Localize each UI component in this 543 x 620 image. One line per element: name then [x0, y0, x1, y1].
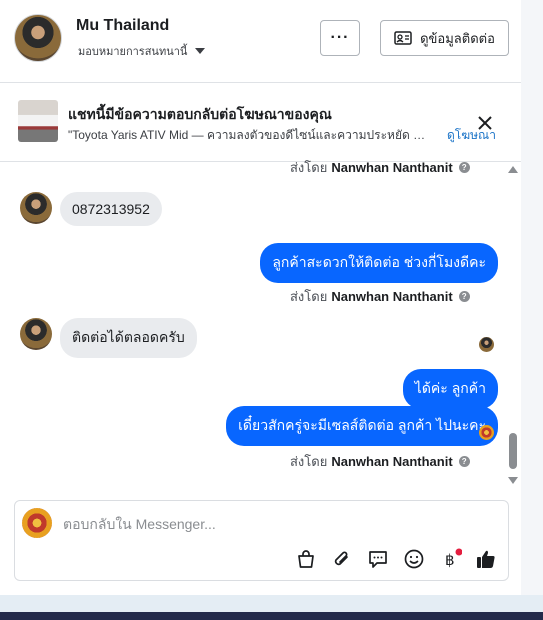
- customer-avatar[interactable]: [20, 192, 52, 224]
- customer-avatar[interactable]: [20, 318, 52, 350]
- view-contact-label: ดูข้อมูลติดต่อ: [420, 30, 495, 46]
- sent-by-label: ส่งโดย Nanwhan Nanthanit ?: [290, 451, 470, 472]
- contact-card-icon: [394, 31, 412, 45]
- caret-down-icon: [195, 48, 206, 54]
- reply-input[interactable]: [63, 514, 483, 534]
- like-icon[interactable]: [475, 548, 497, 570]
- outgoing-message[interactable]: ได้ค่ะ ลูกค้า: [402, 369, 498, 409]
- paperclip-icon[interactable]: [331, 548, 353, 570]
- incoming-message[interactable]: ติดต่อได้ตลอดครับ: [60, 318, 197, 358]
- ad-thumbnail: [18, 100, 58, 142]
- sender-avatar: [22, 508, 52, 538]
- side-strip: [521, 0, 543, 612]
- scroll-up-arrow[interactable]: [508, 166, 518, 173]
- baht-icon[interactable]: ฿: [440, 548, 462, 570]
- seen-indicator-avatar: [479, 337, 494, 352]
- view-contact-button[interactable]: ดูข้อมูลติดต่อ: [380, 20, 509, 56]
- page-avatar[interactable]: [14, 14, 62, 62]
- bottom-strip: [0, 595, 543, 612]
- emoji-icon[interactable]: [403, 548, 425, 570]
- outgoing-message[interactable]: ลูกค้าสะดวกให้ติดต่อ ช่วงกี่โมงดีคะ: [260, 243, 498, 283]
- sent-by-label: ส่งโดย Nanwhan Nanthanit ?: [290, 286, 470, 307]
- outgoing-message[interactable]: เดี๋ยวสักครู่จะมีเซลส์ติดต่อ ลูกค้า ไปนะ…: [226, 406, 498, 446]
- scroll-down-arrow[interactable]: [508, 477, 518, 484]
- assign-conversation-dropdown[interactable]: มอบหมายการสนทนานี้: [78, 42, 206, 60]
- more-options-button[interactable]: ···: [320, 20, 360, 56]
- chat-icon[interactable]: [367, 548, 389, 570]
- reply-composer: [14, 500, 509, 581]
- info-icon[interactable]: ?: [458, 291, 470, 302]
- bag-icon[interactable]: [295, 548, 317, 570]
- sent-by-label: ส่งโดย Nanwhan Nanthanit ?: [290, 157, 470, 178]
- close-icon[interactable]: [474, 112, 496, 134]
- seen-indicator-avatar: [479, 425, 494, 440]
- info-icon[interactable]: ?: [458, 162, 470, 173]
- page-name[interactable]: Mu Thailand: [76, 17, 169, 35]
- svg-text:฿: ฿: [445, 551, 455, 569]
- assign-label: มอบหมายการสนทนานี้: [78, 46, 188, 58]
- taskbar-edge: [0, 612, 543, 620]
- scrollbar-thumb[interactable]: [509, 433, 517, 469]
- ad-banner-description: "Toyota Yaris ATIV Mid — ความลงตัวของดีไ…: [68, 128, 440, 142]
- ad-banner-title: แชทนี้มีข้อความตอบกลับต่อโฆษณาของคุณ: [68, 106, 332, 122]
- info-icon[interactable]: ?: [458, 456, 470, 467]
- incoming-message[interactable]: 0872313952: [60, 192, 162, 226]
